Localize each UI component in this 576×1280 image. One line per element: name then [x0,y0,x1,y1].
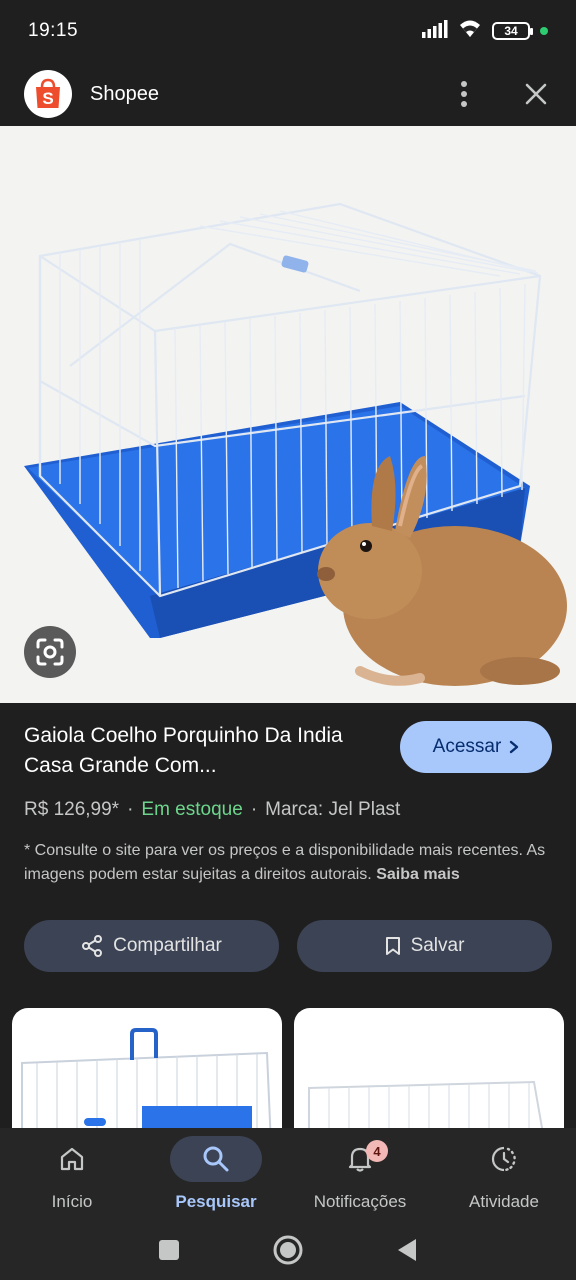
battery-level: 34 [504,24,518,38]
home-icon [60,1147,84,1171]
header-actions [448,78,552,110]
chevron-right-icon [510,740,519,754]
wifi-icon [458,19,482,44]
save-button[interactable]: Salvar [297,920,552,972]
related-results [12,1008,576,1168]
status-time: 19:15 [28,20,79,41]
product-title[interactable]: Gaiola Coelho Porquinho Da India Casa Gr… [24,721,364,781]
signal-icon [422,19,448,43]
battery-icon: 34 [492,22,533,40]
nav-label-search: Pesquisar [175,1192,257,1211]
back-triangle-icon [398,1238,416,1261]
more-options-icon[interactable] [448,78,480,110]
access-button[interactable]: Acessar [400,721,552,773]
access-button-label: Acessar [432,736,502,757]
share-icon [82,935,103,957]
product-price: R$ 126,99* [24,799,120,820]
share-button[interactable]: Compartilhar [24,920,279,972]
nav-pill [458,1136,550,1182]
shopee-logo-letter: S [42,89,53,108]
status-bar: 19:15 34 [0,0,576,62]
app-header: S Shopee [0,62,576,126]
lens-icon [36,638,64,666]
close-icon[interactable] [520,78,552,110]
nav-pill [26,1136,118,1182]
product-details: Gaiola Coelho Porquinho Da India Casa Gr… [0,703,576,886]
screen: 19:15 34 S Shopee Gaiola Coelho Porquinh… [0,0,576,1280]
save-button-label: Salvar [410,935,465,956]
nav-item-notifications[interactable]: 4 Notificações [288,1128,432,1224]
disclaimer: * Consulte o site para ver os preços e a… [24,839,554,886]
product-brand: Marca: Jel Plast [265,799,401,820]
privacy-indicator-dot [540,27,548,35]
learn-more-link[interactable]: Saiba mais [376,866,460,883]
share-button-label: Compartilhar [113,935,222,956]
bottom-navigation: Início Pesquisar 4 Notificações Atividad… [0,1128,576,1224]
bookmark-icon [385,937,400,955]
title-row: Gaiola Coelho Porquinho Da India Casa Gr… [24,721,552,781]
activity-icon [491,1146,516,1172]
nav-item-home[interactable]: Início [0,1128,144,1224]
nav-pill [170,1136,262,1182]
system-navigation-bar [0,1224,576,1280]
nav-pill: 4 [314,1136,406,1182]
home-button[interactable] [272,1234,304,1271]
nav-item-search[interactable]: Pesquisar [144,1128,288,1224]
meta-separator: · [127,799,134,820]
stock-status: Em estoque [141,799,243,820]
product-image[interactable] [0,126,576,703]
nav-item-activity[interactable]: Atividade [432,1128,576,1224]
search-icon [203,1146,229,1172]
product-meta: R$ 126,99* · Em estoque · Marca: Jel Pla… [24,799,552,821]
meta-separator: · [250,799,258,820]
shopee-logo: S [24,70,72,118]
disclaimer-text: * Consulte o site para ver os preços e a… [24,842,546,883]
circle-icon [273,1235,303,1264]
back-button[interactable] [396,1238,418,1267]
app-title: Shopee [90,82,159,105]
nav-label-home: Início [51,1192,93,1211]
nav-label-notifications: Notificações [313,1192,407,1211]
nav-label-activity: Atividade [469,1192,539,1211]
square-icon [159,1239,179,1260]
visual-search-lens-button[interactable] [24,626,76,678]
action-row: Compartilhar Salvar [24,920,552,972]
notification-badge: 4 [366,1140,388,1162]
recents-button[interactable] [158,1239,180,1266]
status-icons: 34 [422,19,548,44]
cage-and-rabbit-illustration [24,202,567,686]
